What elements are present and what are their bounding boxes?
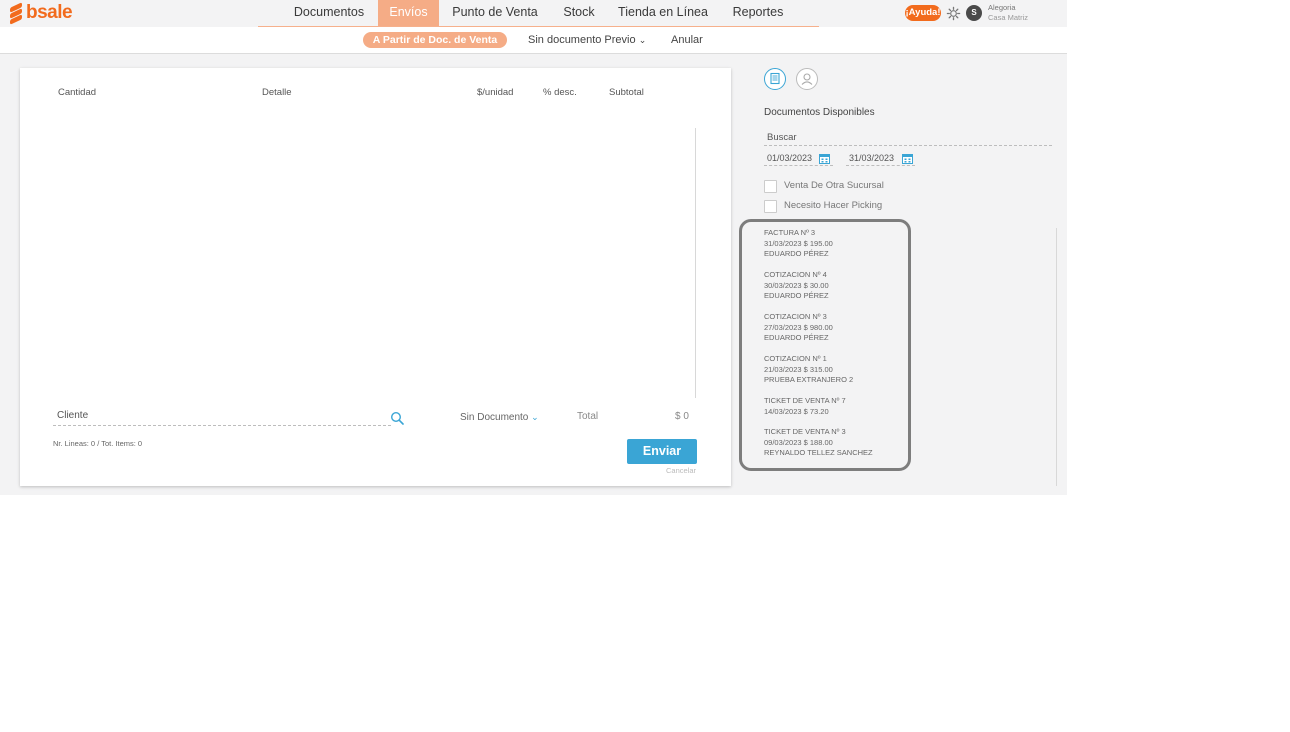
document-detail: 14/03/2023 $ 73.20 [764, 406, 829, 416]
logo-mark-icon [10, 2, 23, 25]
list-item[interactable]: TICKET DE VENTA Nº 7 14/03/2023 $ 73.20 [764, 396, 846, 417]
help-button[interactable]: ¡Ayuda! [905, 5, 941, 21]
col-header-discount: % desc. [543, 87, 577, 98]
picking-label: Necesito Hacer Picking [784, 200, 883, 211]
company-info[interactable]: Alegoria Casa Matriz [988, 3, 1028, 23]
tab-a-partir-de-doc-de-venta[interactable]: A Partir de Doc. de Venta [363, 32, 507, 48]
document-client: EDUARDO PÉREZ [764, 249, 829, 258]
document-title: COTIZACION Nº 3 [764, 312, 827, 321]
cancelar-link[interactable]: Cancelar [666, 466, 696, 475]
tab-sin-documento-label: Sin documento Previo [528, 34, 636, 46]
calendar-icon[interactable] [902, 153, 913, 164]
calendar-icon[interactable] [819, 153, 830, 164]
sub-nav: A Partir de Doc. de Venta Sin documento … [0, 27, 1067, 54]
user-avatar[interactable]: S [966, 5, 982, 21]
col-header-cantidad: Cantidad [58, 87, 97, 98]
chevron-down-icon: ⌄ [531, 412, 539, 422]
otra-sucursal-checkbox[interactable] [764, 180, 777, 193]
company-name: Alegoria [988, 3, 1016, 12]
available-documents-title: Documentos Disponibles [764, 107, 875, 118]
nav-item-documentos[interactable]: Documentos [288, 0, 370, 26]
cliente-input[interactable]: Cliente [53, 407, 391, 426]
col-header-unit-price: $/unidad [477, 87, 514, 98]
document-client: EDUARDO PÉREZ [764, 291, 829, 300]
otra-sucursal-label: Venta De Otra Sucursal [784, 180, 884, 191]
list-item[interactable]: TICKET DE VENTA Nº 3 09/03/2023 $ 188.00… [764, 427, 873, 459]
nav-item-punto-de-venta[interactable]: Punto de Venta [450, 0, 540, 26]
panel-divider [1056, 228, 1057, 486]
document-detail: 30/03/2023 $ 30.00 [764, 280, 829, 290]
total-label: Total [577, 411, 599, 422]
nav-item-stock[interactable]: Stock [558, 0, 600, 26]
list-item[interactable]: FACTURA Nº 3 31/03/2023 $ 195.00 EDUARDO… [764, 228, 833, 260]
document-detail: 21/03/2023 $ 315.00 [764, 364, 833, 374]
document-title: TICKET DE VENTA Nº 3 [764, 427, 846, 436]
col-header-detalle: Detalle [262, 87, 292, 98]
user-icon [801, 73, 813, 85]
search-icon[interactable] [390, 411, 404, 425]
scrollbar-track[interactable] [695, 128, 696, 398]
nav-item-tienda-en-linea[interactable]: Tienda en Línea [618, 0, 708, 26]
document-icon [770, 72, 780, 85]
enviar-button[interactable]: Enviar [627, 439, 697, 464]
document-title: COTIZACION Nº 4 [764, 270, 827, 279]
picking-checkbox[interactable] [764, 200, 777, 213]
document-detail: 27/03/2023 $ 980.00 [764, 322, 833, 332]
document-client: PRUEBA EXTRANJERO 2 [764, 375, 854, 384]
bsale-logo[interactable]: bsale [10, 2, 73, 25]
document-title: FACTURA Nº 3 [764, 228, 816, 237]
chevron-down-icon: ⌄ [638, 35, 647, 45]
nav-item-reportes[interactable]: Reportes [728, 0, 788, 26]
document-title: COTIZACION Nº 1 [764, 354, 827, 363]
tab-sin-documento-previo[interactable]: Sin documento Previo ⌄ [528, 32, 646, 48]
gear-icon[interactable] [946, 6, 961, 21]
document-type-label: Sin Documento [460, 412, 529, 423]
list-item[interactable]: COTIZACION Nº 1 21/03/2023 $ 315.00 PRUE… [764, 354, 853, 386]
top-bar: bsale Documentos Envíos Punto de Venta S… [0, 0, 1067, 27]
nav-item-envios[interactable]: Envíos [378, 0, 439, 26]
document-client: REYNALDO TELLEZ SANCHEZ [764, 448, 873, 457]
document-client: EDUARDO PÉREZ [764, 333, 829, 342]
clients-tab-icon[interactable] [796, 68, 818, 90]
tab-anular[interactable]: Anular [671, 32, 703, 48]
list-item[interactable]: COTIZACION Nº 4 30/03/2023 $ 30.00 EDUAR… [764, 270, 829, 302]
list-item[interactable]: COTIZACION Nº 3 27/03/2023 $ 980.00 EDUA… [764, 312, 833, 344]
documents-tab-icon[interactable] [764, 68, 786, 90]
line-info: Nr. Lineas: 0 / Tot. Items: 0 [53, 439, 143, 448]
branch-name: Casa Matriz [988, 13, 1029, 22]
logo-text: bsale [26, 2, 73, 23]
document-detail: 09/03/2023 $ 188.00 [764, 437, 833, 447]
document-detail: 31/03/2023 $ 195.00 [764, 238, 833, 248]
app-window: bsale Documentos Envíos Punto de Venta S… [0, 0, 1067, 495]
total-value: $ 0 [675, 411, 689, 422]
document-search-input[interactable]: Buscar [764, 130, 1052, 146]
main-nav: Documentos Envíos Punto de Venta Stock T… [258, 0, 819, 27]
document-title: TICKET DE VENTA Nº 7 [764, 396, 846, 405]
col-header-subtotal: Subtotal [609, 87, 644, 98]
document-type-select[interactable]: Sin Documento ⌄ [460, 412, 539, 423]
document-card: Cantidad Detalle $/unidad % desc. Subtot… [20, 68, 731, 486]
